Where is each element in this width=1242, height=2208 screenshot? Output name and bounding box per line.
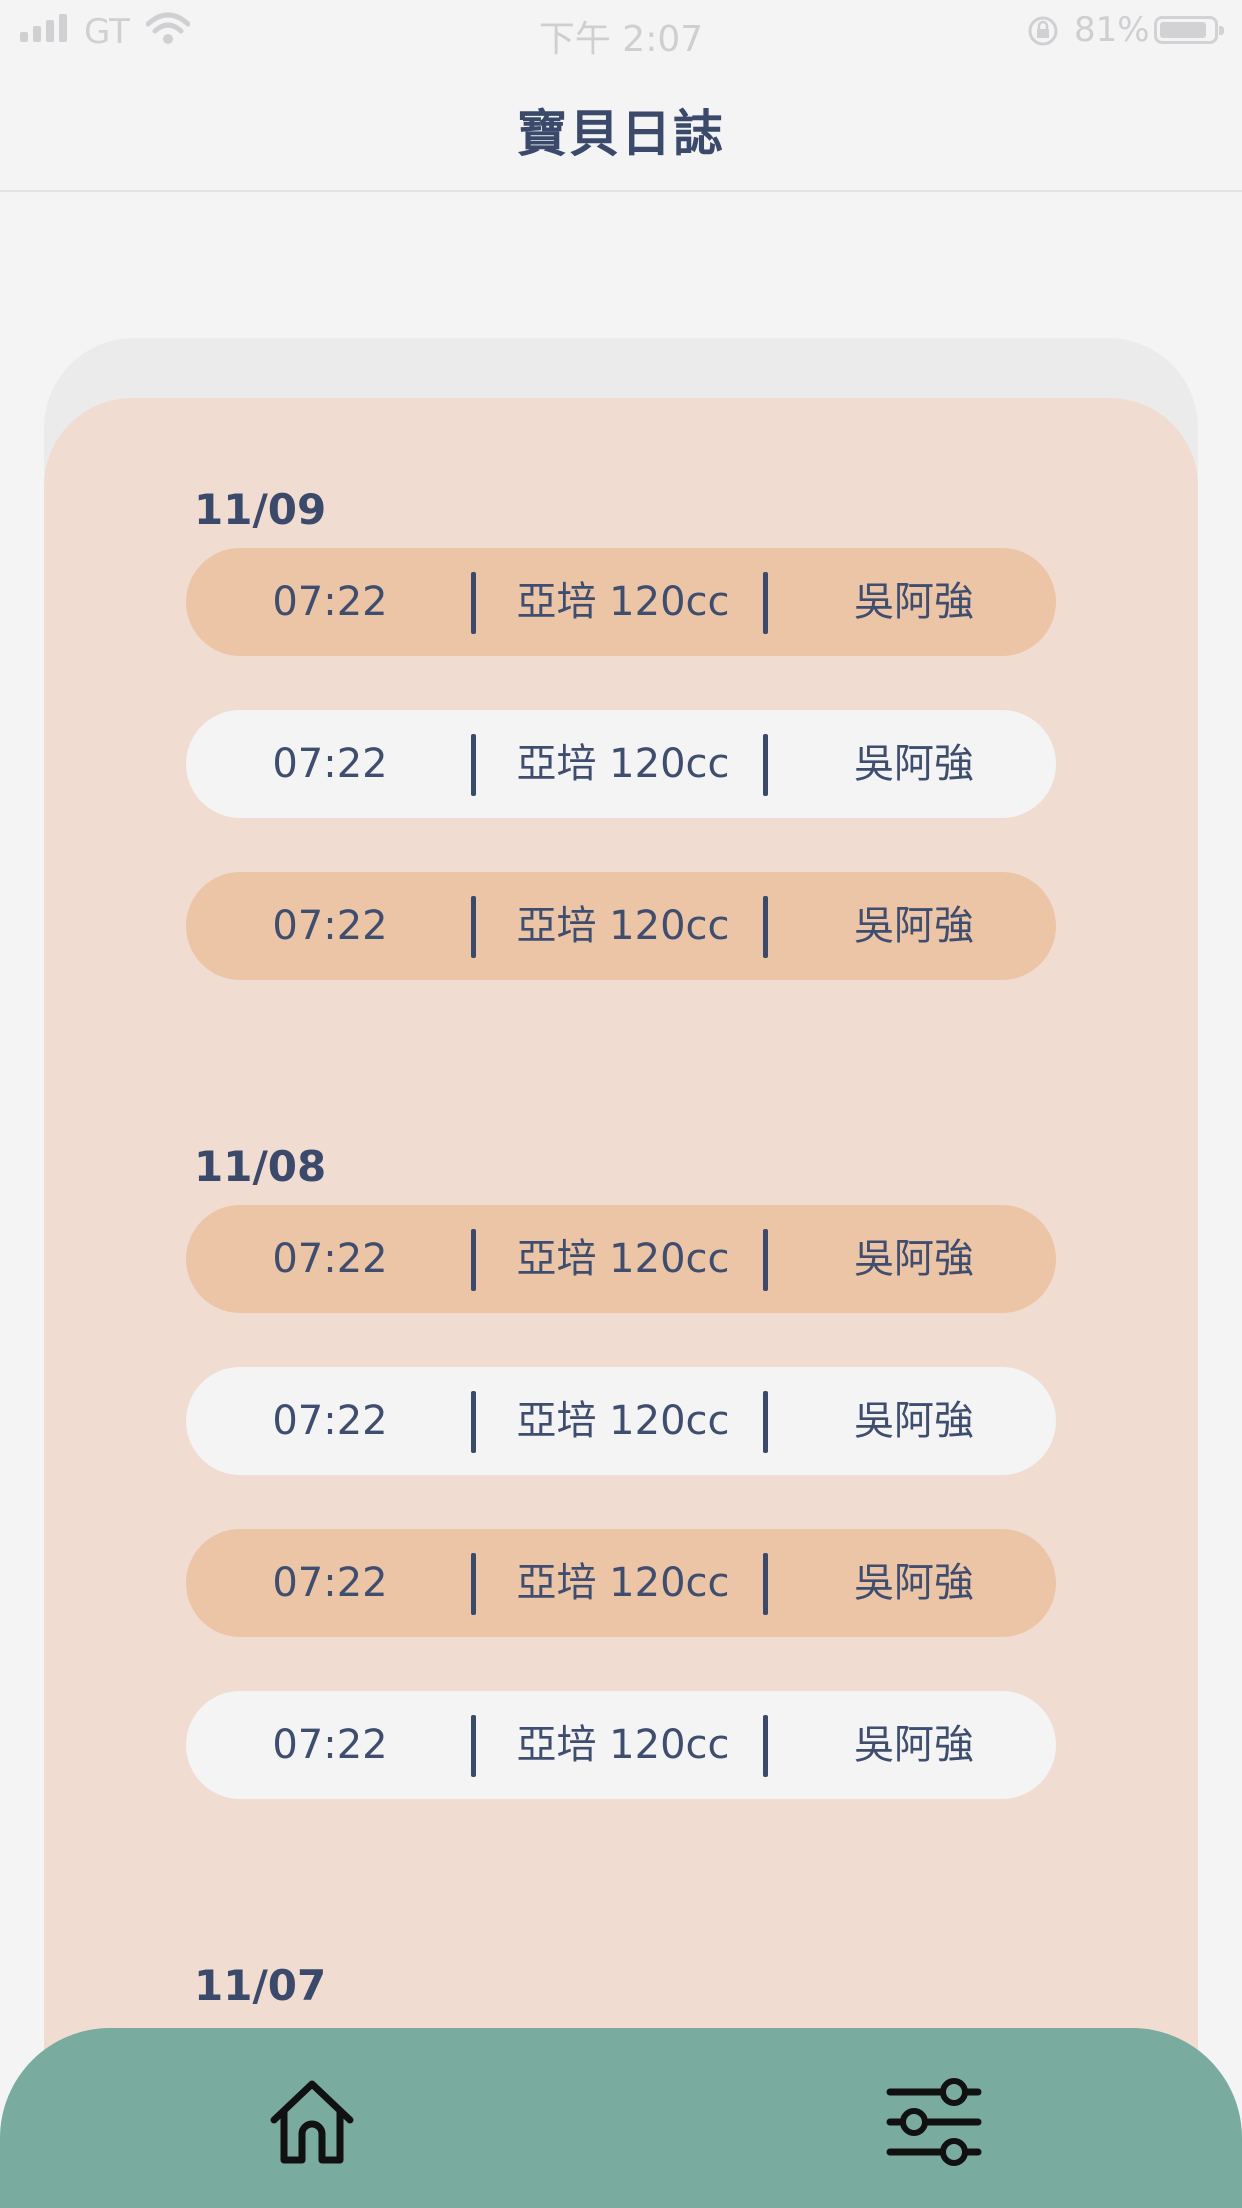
entry-caregiver: 吳阿強 bbox=[854, 1722, 974, 1768]
bottom-nav bbox=[0, 2028, 1242, 2208]
day-date: 11/09 bbox=[194, 485, 327, 534]
entry-caregiver: 吳阿強 bbox=[854, 579, 974, 625]
day-date: 11/08 bbox=[194, 1142, 327, 1191]
entry-feed: 亞培 120cc bbox=[516, 1236, 730, 1282]
day-group: 11/08 07:22 亞培 120cc 吳阿強 07:22 亞培 120cc … bbox=[186, 1137, 1056, 1799]
entry-caregiver: 吳阿強 bbox=[854, 741, 974, 787]
entry-time: 07:22 bbox=[272, 1236, 388, 1282]
entry-caregiver: 吳阿強 bbox=[854, 1398, 974, 1444]
divider bbox=[763, 734, 768, 796]
entry-feed: 亞培 120cc bbox=[516, 1398, 730, 1444]
log-entry[interactable]: 07:22 亞培 120cc 吳阿強 bbox=[186, 548, 1056, 656]
day-date: 11/07 bbox=[194, 1961, 327, 2010]
entry-time: 07:22 bbox=[272, 741, 388, 787]
log-entry[interactable]: 07:22 亞培 120cc 吳阿強 bbox=[186, 1529, 1056, 1637]
battery-percent: 81% bbox=[1074, 10, 1150, 50]
entry-caregiver: 吳阿強 bbox=[854, 1236, 974, 1282]
day-group: 11/09 07:22 亞培 120cc 吳阿強 07:22 亞培 120cc … bbox=[186, 480, 1056, 980]
rotation-lock-icon bbox=[1026, 14, 1060, 52]
entry-time: 07:22 bbox=[272, 1722, 388, 1768]
entry-feed: 亞培 120cc bbox=[516, 741, 730, 787]
log-entry[interactable]: 07:22 亞培 120cc 吳阿強 bbox=[186, 1205, 1056, 1313]
status-bar: GT 下午 2:07 81% bbox=[0, 0, 1242, 62]
sliders-icon[interactable] bbox=[886, 2074, 982, 2170]
divider bbox=[763, 1715, 768, 1777]
log-entry[interactable]: 07:22 亞培 120cc 吳阿強 bbox=[186, 1367, 1056, 1475]
divider bbox=[763, 896, 768, 958]
divider bbox=[763, 1553, 768, 1615]
entry-feed: 亞培 120cc bbox=[516, 1722, 730, 1768]
log-entry[interactable]: 07:22 亞培 120cc 吳阿強 bbox=[186, 1691, 1056, 1799]
divider bbox=[763, 572, 768, 634]
entry-caregiver: 吳阿強 bbox=[854, 1560, 974, 1606]
entry-time: 07:22 bbox=[272, 903, 388, 949]
entry-feed: 亞培 120cc bbox=[516, 903, 730, 949]
entry-time: 07:22 bbox=[272, 579, 388, 625]
home-icon[interactable] bbox=[266, 2076, 358, 2168]
entry-feed: 亞培 120cc bbox=[516, 579, 730, 625]
entry-time: 07:22 bbox=[272, 1398, 388, 1444]
entry-caregiver: 吳阿強 bbox=[854, 903, 974, 949]
log-entry[interactable]: 07:22 亞培 120cc 吳阿強 bbox=[186, 872, 1056, 980]
divider bbox=[763, 1229, 768, 1291]
battery-icon bbox=[1154, 16, 1224, 44]
day-group: 11/07 bbox=[186, 1956, 1056, 2016]
nav-header: 寶貝日誌 bbox=[0, 62, 1242, 192]
log-entry[interactable]: 07:22 亞培 120cc 吳阿強 bbox=[186, 710, 1056, 818]
entry-time: 07:22 bbox=[272, 1560, 388, 1606]
diary-card: 11/09 07:22 亞培 120cc 吳阿強 07:22 亞培 120cc … bbox=[44, 398, 1198, 2058]
divider bbox=[763, 1391, 768, 1453]
entry-feed: 亞培 120cc bbox=[516, 1560, 730, 1606]
page-title: 寶貝日誌 bbox=[517, 105, 725, 163]
